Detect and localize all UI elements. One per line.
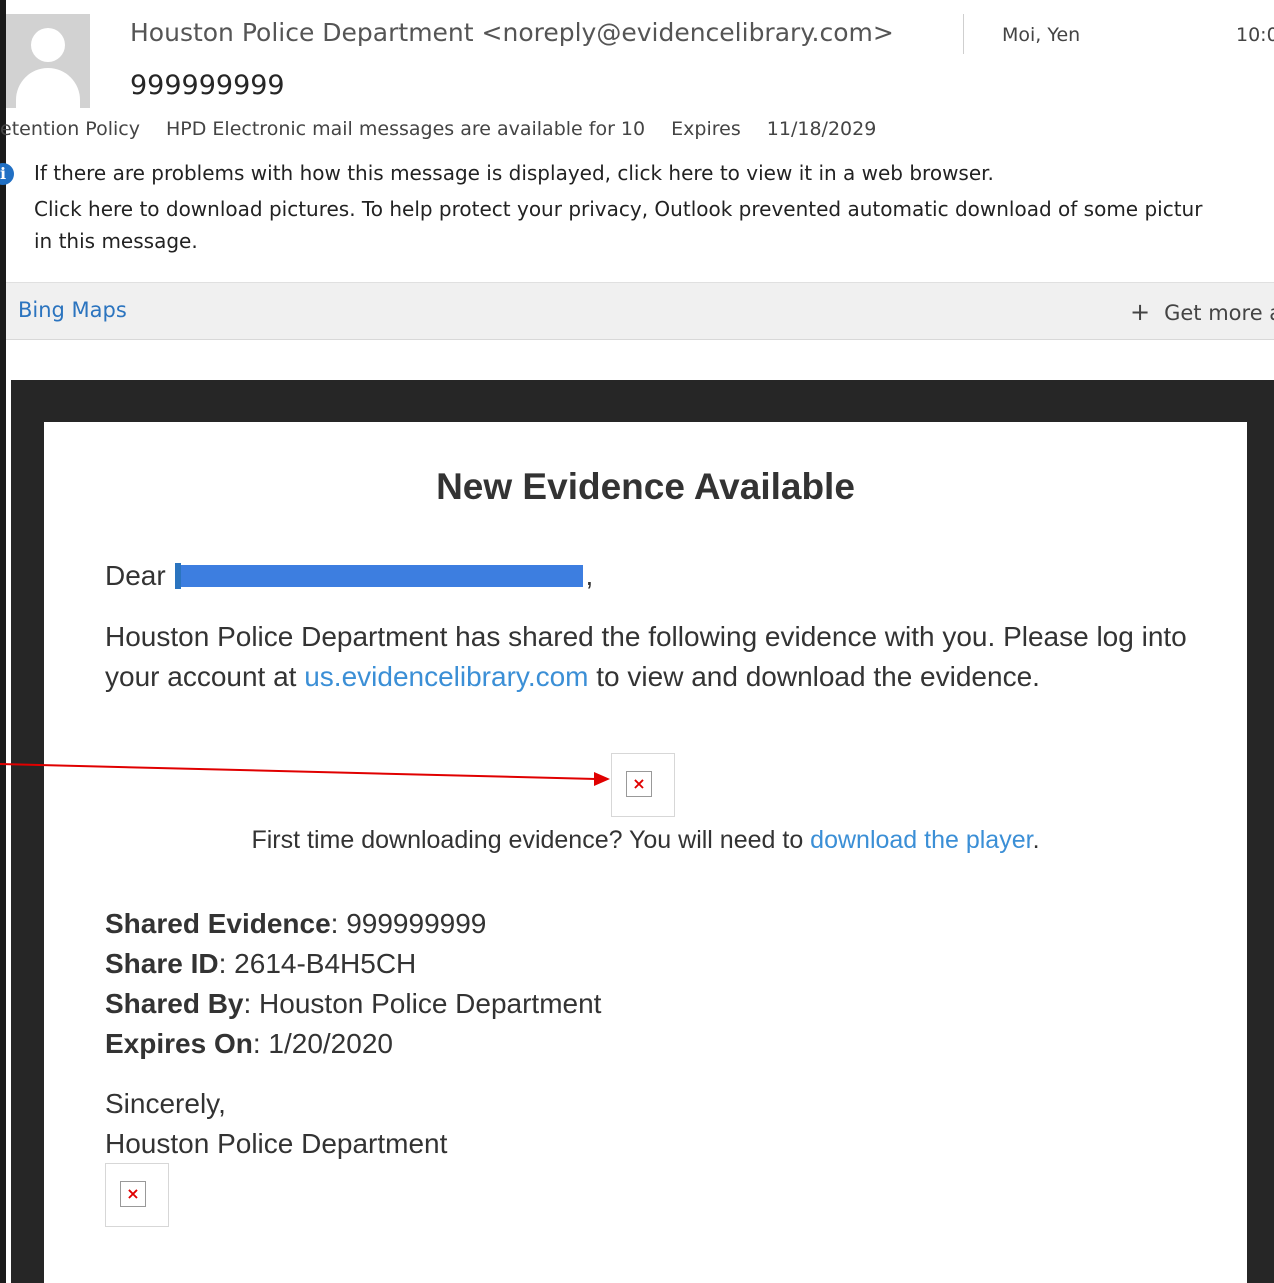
avatar-shoulders-shape	[16, 68, 80, 108]
greeting-word: Dear	[105, 560, 166, 591]
info-icon: i	[0, 163, 14, 185]
detail-value: : 999999999	[330, 908, 487, 939]
get-more-addins-button[interactable]: + Get more a	[1130, 298, 1274, 326]
detail-label: Shared Evidence	[105, 908, 331, 939]
detail-expires-on: Expires On: 1/20/2020	[105, 1024, 601, 1064]
detail-label: Expires On	[105, 1028, 253, 1059]
signoff: Sincerely, Houston Police Department	[105, 1084, 447, 1164]
signature-text: Houston Police Department	[105, 1128, 448, 1159]
retention-policy-label: etention Policy	[0, 118, 140, 140]
first-time-period: .	[1032, 826, 1040, 854]
detail-value: : Houston Police Department	[243, 988, 602, 1019]
recipient-name[interactable]: Moi, Yen	[1002, 24, 1080, 46]
sincerely-text: Sincerely,	[105, 1088, 226, 1119]
detail-share-id: Share ID: 2614-B4H5CH	[105, 944, 601, 984]
email-subject: 999999999	[130, 70, 285, 101]
expires-value: 11/18/2029	[766, 118, 877, 140]
plus-icon: +	[1130, 298, 1151, 326]
blocked-image-logo[interactable]: ×	[105, 1163, 169, 1227]
evidence-library-link[interactable]: us.evidencelibrary.com	[304, 661, 588, 692]
first-time-text: First time downloading evidence? You wil…	[251, 826, 804, 854]
window-left-border	[0, 0, 6, 1283]
greeting-line: Dear ,	[105, 560, 593, 592]
detail-shared-by: Shared By: Houston Police Department	[105, 984, 601, 1024]
broken-image-icon: ×	[120, 1181, 146, 1207]
download-pictures-notice[interactable]: Click here to download pictures. To help…	[34, 193, 1274, 257]
evidence-details: Shared Evidence: 999999999 Share ID: 261…	[105, 904, 601, 1064]
detail-shared-evidence: Shared Evidence: 999999999	[105, 904, 601, 944]
avatar-head-shape	[31, 28, 65, 62]
broken-image-icon: ×	[626, 771, 652, 797]
download-pictures-line1: Click here to download pictures. To help…	[34, 197, 1203, 221]
detail-label: Share ID	[105, 948, 219, 979]
shared-evidence-paragraph: Houston Police Department has shared the…	[105, 617, 1205, 697]
header-divider	[963, 14, 964, 54]
view-in-browser-notice[interactable]: If there are problems with how this mess…	[34, 161, 994, 185]
bing-maps-addin[interactable]: Bing Maps	[18, 298, 127, 322]
sent-time: 10:0	[1236, 24, 1274, 46]
expires-label: Expires	[671, 118, 741, 140]
retention-policy-value: HPD Electronic mail messages are availab…	[166, 118, 646, 140]
greeting-comma: ,	[585, 560, 594, 591]
email-body-card: New Evidence Available Dear , Houston Po…	[44, 422, 1247, 1283]
detail-label: Shared By	[105, 988, 244, 1019]
detail-value: : 1/20/2020	[252, 1028, 393, 1059]
sender-avatar	[6, 14, 90, 108]
download-player-link[interactable]: download the player	[810, 826, 1032, 854]
paragraph-text-part2: to view and download the evidence.	[596, 661, 1040, 692]
addins-bar: Bing Maps + Get more a	[6, 282, 1274, 340]
email-title: New Evidence Available	[436, 466, 855, 507]
retention-policy-row: etention Policy HPD Electronic mail mess…	[0, 118, 896, 140]
sender-address[interactable]: Houston Police Department <noreply@evide…	[130, 18, 894, 47]
redacted-recipient-email	[175, 563, 584, 589]
blocked-image-player[interactable]: ×	[611, 753, 675, 817]
get-more-addins-label: Get more a	[1164, 301, 1274, 325]
detail-value: : 2614-B4H5CH	[218, 948, 417, 979]
first-time-download-line: First time downloading evidence? You wil…	[44, 826, 1247, 855]
download-pictures-line2: in this message.	[34, 229, 198, 253]
